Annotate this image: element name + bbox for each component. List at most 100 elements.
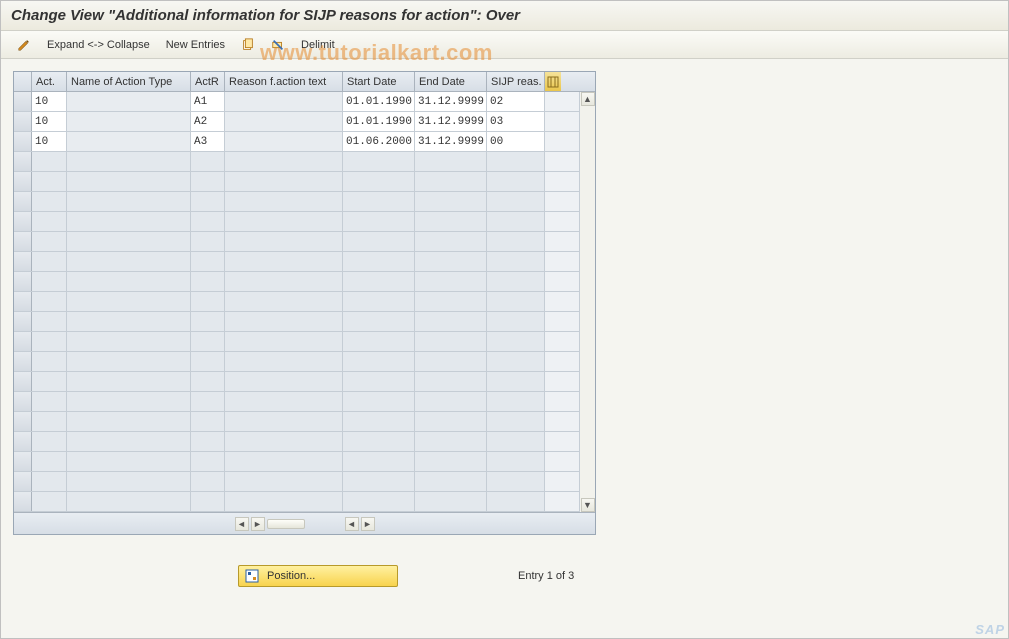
cell-end[interactable]: 31.12.9999 xyxy=(415,112,487,131)
row-selector[interactable] xyxy=(14,152,32,171)
row-selector[interactable] xyxy=(14,192,32,211)
col-header-end[interactable]: End Date xyxy=(415,72,487,91)
row-selector[interactable] xyxy=(14,112,32,131)
cell-start xyxy=(343,472,415,491)
col-header-name[interactable]: Name of Action Type xyxy=(67,72,191,91)
col-header-actr[interactable]: ActR xyxy=(191,72,225,91)
cell-actr xyxy=(191,192,225,211)
cell-end[interactable]: 31.12.9999 xyxy=(415,92,487,111)
cell-start[interactable]: 01.01.1990 xyxy=(343,92,415,111)
cell-start xyxy=(343,492,415,511)
row-selector[interactable] xyxy=(14,432,32,451)
cell-reason xyxy=(225,372,343,391)
col-header-sijp[interactable]: SIJP reas. xyxy=(487,72,545,91)
cell-act[interactable]: 10 xyxy=(32,112,67,131)
configure-columns-button[interactable] xyxy=(545,72,561,91)
cell-end xyxy=(415,352,487,371)
entry-counter: Entry 1 of 3 xyxy=(518,570,574,582)
table-row xyxy=(14,332,579,352)
row-selector[interactable] xyxy=(14,472,32,491)
cell-actr[interactable]: A3 xyxy=(191,132,225,151)
cell-name xyxy=(67,112,191,131)
col-header-act[interactable]: Act. xyxy=(32,72,67,91)
scroll-left-button[interactable]: ◄ xyxy=(235,517,249,531)
scroll-left-button-2[interactable]: ◄ xyxy=(345,517,359,531)
cell-end xyxy=(415,492,487,511)
cell-act xyxy=(32,192,67,211)
row-selector-header[interactable] xyxy=(14,72,32,91)
cell-start[interactable]: 01.01.1990 xyxy=(343,112,415,131)
cell-name xyxy=(67,92,191,111)
horizontal-scroll-thumb[interactable] xyxy=(267,519,305,529)
cell-name xyxy=(67,432,191,451)
cell-name xyxy=(67,452,191,471)
scroll-down-button[interactable]: ▼ xyxy=(581,498,595,512)
cell-reason xyxy=(225,452,343,471)
cell-end xyxy=(415,292,487,311)
copy-as-button[interactable] xyxy=(235,36,261,54)
row-selector[interactable] xyxy=(14,332,32,351)
row-selector[interactable] xyxy=(14,452,32,471)
cell-start[interactable]: 01.06.2000 xyxy=(343,132,415,151)
cell-sijp[interactable]: 02 xyxy=(487,92,545,111)
delimit-button[interactable]: Delimit xyxy=(295,37,341,53)
cell-name xyxy=(67,212,191,231)
toggle-display-change-button[interactable] xyxy=(11,36,37,54)
row-selector[interactable] xyxy=(14,212,32,231)
row-selector[interactable] xyxy=(14,232,32,251)
scroll-right-button[interactable]: ► xyxy=(251,517,265,531)
cell-sijp xyxy=(487,352,545,371)
cell-start xyxy=(343,452,415,471)
cell-actr xyxy=(191,492,225,511)
row-selector[interactable] xyxy=(14,292,32,311)
cell-act[interactable]: 10 xyxy=(32,92,67,111)
table-row xyxy=(14,432,579,452)
cell-sijp[interactable]: 00 xyxy=(487,132,545,151)
scroll-right-button-2[interactable]: ► xyxy=(361,517,375,531)
row-selector[interactable] xyxy=(14,272,32,291)
cell-end xyxy=(415,232,487,251)
cell-reason xyxy=(225,192,343,211)
cell-end xyxy=(415,372,487,391)
row-selector[interactable] xyxy=(14,412,32,431)
row-selector[interactable] xyxy=(14,392,32,411)
cell-name xyxy=(67,492,191,511)
delete-button[interactable] xyxy=(265,36,291,54)
vertical-scrollbar[interactable]: ▲ ▼ xyxy=(579,92,595,512)
row-selector[interactable] xyxy=(14,372,32,391)
pencil-glasses-icon xyxy=(17,38,31,52)
cell-end[interactable]: 31.12.9999 xyxy=(415,132,487,151)
row-selector[interactable] xyxy=(14,492,32,511)
row-selector[interactable] xyxy=(14,352,32,371)
table-row: 10 A3 01.06.200031.12.999900 xyxy=(14,132,579,152)
cell-name xyxy=(67,272,191,291)
horizontal-nav-left: ◄ ► xyxy=(235,517,305,531)
cell-start xyxy=(343,172,415,191)
position-button[interactable]: Position... xyxy=(238,565,398,587)
col-header-start[interactable]: Start Date xyxy=(343,72,415,91)
scroll-up-button[interactable]: ▲ xyxy=(581,92,595,106)
row-selector[interactable] xyxy=(14,172,32,191)
grid-body: 10A101.01.199031.12.99990210A201.01.1990… xyxy=(14,92,595,512)
cell-name xyxy=(67,192,191,211)
cell-reason xyxy=(225,112,343,131)
cell-reason xyxy=(225,312,343,331)
cell-act[interactable]: 10 xyxy=(32,132,67,151)
row-selector[interactable] xyxy=(14,92,32,111)
cell-act xyxy=(32,232,67,251)
new-entries-button[interactable]: New Entries xyxy=(160,37,231,53)
cell-actr[interactable]: A2 xyxy=(191,112,225,131)
cell-name xyxy=(67,312,191,331)
cell-act xyxy=(32,492,67,511)
cell-actr[interactable]: A1 xyxy=(191,92,225,111)
cell-start xyxy=(343,272,415,291)
expand-collapse-button[interactable]: Expand <-> Collapse xyxy=(41,37,156,53)
row-selector[interactable] xyxy=(14,312,32,331)
row-selector[interactable] xyxy=(14,132,32,151)
cell-end xyxy=(415,392,487,411)
cell-sijp[interactable]: 03 xyxy=(487,112,545,131)
col-header-reason[interactable]: Reason f.action text xyxy=(225,72,343,91)
cell-name xyxy=(67,152,191,171)
row-selector[interactable] xyxy=(14,252,32,271)
application-toolbar: Expand <-> Collapse New Entries Delimit xyxy=(1,31,1008,59)
